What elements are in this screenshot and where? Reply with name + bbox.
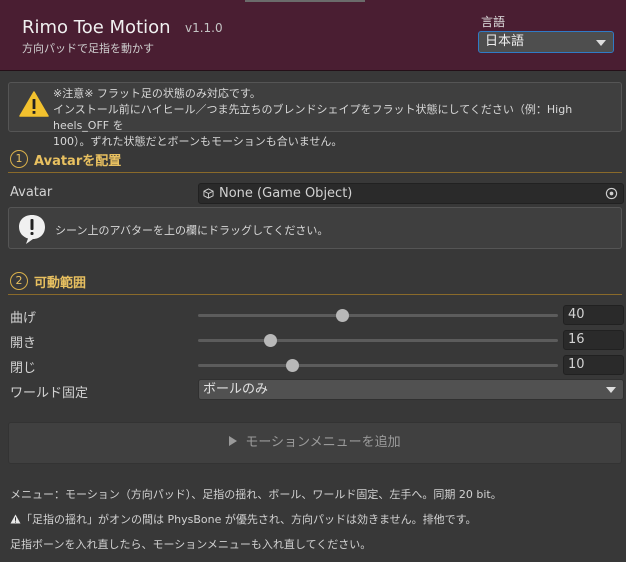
world-fix-label: ワールド固定: [10, 386, 89, 401]
warning-line: ※注意※ フラット足の状態のみ対応です。: [53, 87, 261, 100]
chevron-down-icon: [606, 387, 616, 393]
bend-slider[interactable]: [198, 309, 558, 322]
note-reinsert: 足指ボーンを入れ直したら、モーションメニューも入れ直してください。: [10, 538, 372, 551]
language-dropdown[interactable]: 日本語: [478, 31, 614, 53]
bend-value-field[interactable]: 40: [563, 305, 624, 325]
warning-icon: [19, 91, 49, 117]
header: Rimo Toe Motion v1.1.0 方向パッドで足指を動かす 言語 日…: [0, 0, 626, 71]
warning-box: ※注意※ フラット足の状態のみ対応です。 インストール前にハイヒール／つま先立ち…: [8, 82, 622, 148]
warning-text: ※注意※ フラット足の状態のみ対応です。 インストール前にハイヒール／つま先立ち…: [53, 86, 621, 150]
info-box: シーン上のアバターを上の欄にドラッグしてください。: [8, 207, 622, 249]
info-text: シーン上のアバターを上の欄にドラッグしてください。: [55, 224, 329, 237]
world-fix-value: ボールのみ: [203, 382, 269, 397]
play-icon: [229, 436, 238, 446]
spread-label: 開き: [10, 336, 37, 351]
bend-label: 曲げ: [10, 311, 37, 326]
world-fix-dropdown[interactable]: ボールのみ: [198, 379, 624, 400]
note-physbone: 「足指の揺れ」がオンの間は PhysBone が優先され、方向パッドは効きません…: [10, 511, 477, 527]
slider-thumb[interactable]: [285, 359, 299, 372]
section-header-range: 2 可動範囲: [8, 272, 622, 295]
close-label: 閉じ: [10, 361, 37, 376]
avatar-object-value: None (Game Object): [219, 186, 353, 201]
note-physbone-text: 「足指の揺れ」がオンの間は PhysBone が優先され、方向パッドは効きません…: [21, 513, 477, 526]
spread-value-field[interactable]: 16: [563, 330, 624, 350]
close-slider[interactable]: [198, 359, 558, 372]
section-title: 可動範囲: [34, 276, 87, 291]
add-motion-menu-button[interactable]: モーションメニューを追加: [8, 422, 622, 464]
app-subtitle: 方向パッドで足指を動かす: [22, 42, 154, 55]
gameobject-cube-icon: [203, 188, 214, 199]
avatar-object-field[interactable]: None (Game Object): [198, 183, 624, 204]
section-number-badge: 1: [10, 150, 28, 168]
add-motion-menu-label: モーションメニューを追加: [245, 435, 401, 450]
section-title: Avatarを配置: [34, 154, 122, 169]
avatar-label: Avatar: [10, 185, 53, 200]
warning-icon: [10, 514, 21, 524]
chevron-down-icon: [596, 40, 606, 46]
object-picker-icon[interactable]: [605, 187, 618, 200]
slider-thumb[interactable]: [264, 334, 277, 347]
spread-slider[interactable]: [198, 334, 558, 347]
info-speech-icon: [19, 215, 45, 244]
version-label: v1.1.0: [185, 21, 223, 35]
language-label: 言語: [481, 15, 506, 29]
slider-thumb[interactable]: [336, 309, 349, 322]
warning-line: インストール前にハイヒール／つま先立ちのブレンドシェイプをフラット状態にしてくだ…: [53, 103, 573, 132]
note-menu: メニュー：モーション（方向パッド）、足指の揺れ、ボール、ワールド固定、左手へ。同…: [10, 488, 502, 501]
app-title: Rimo Toe Motion: [22, 17, 171, 38]
close-value-field[interactable]: 10: [563, 355, 624, 375]
section-number-badge: 2: [10, 272, 28, 290]
window-edge-tab: [245, 0, 365, 2]
section-header-avatar: 1 Avatarを配置: [8, 150, 622, 173]
language-value: 日本語: [485, 34, 525, 49]
warning-line: 100）。ずれた状態だとボーンもモーションも合いません。: [53, 135, 343, 148]
